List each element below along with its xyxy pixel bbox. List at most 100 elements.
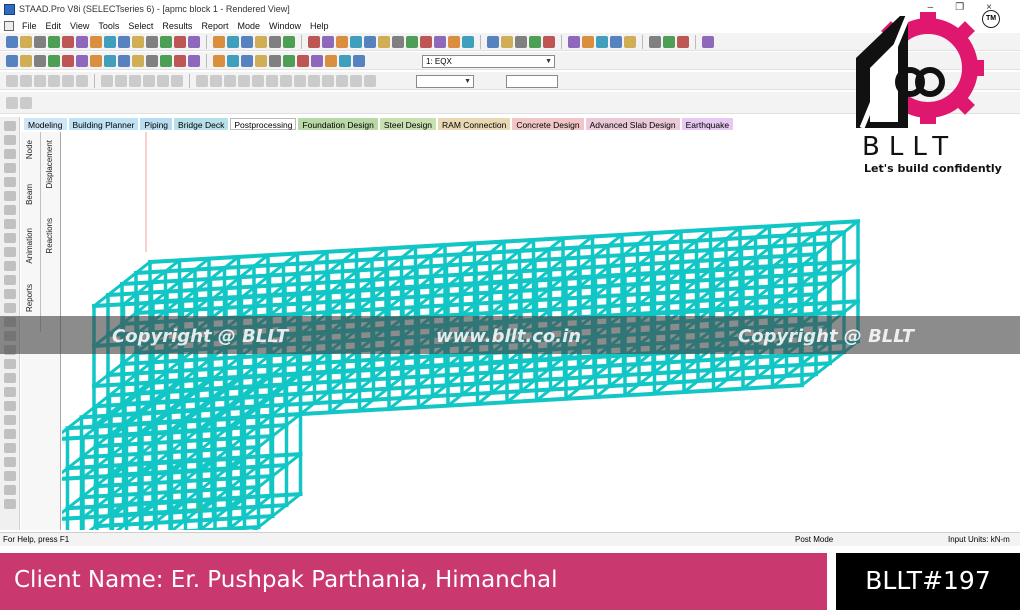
load-case-select[interactable]: 1: EQX ▼ xyxy=(422,55,555,68)
tab-advanced-slab-design[interactable]: Advanced Slab Design xyxy=(585,118,680,130)
toolbar-button[interactable] xyxy=(308,35,320,48)
toolbar-button[interactable] xyxy=(213,54,225,67)
toolbar-button[interactable] xyxy=(336,35,348,48)
toolbar-button[interactable] xyxy=(420,35,432,48)
toolbar-button[interactable] xyxy=(90,54,102,67)
toolbar-button[interactable] xyxy=(48,74,60,87)
toolbar-button[interactable] xyxy=(146,54,158,67)
tab-bridge-deck[interactable]: Bridge Deck xyxy=(174,118,229,130)
view-select[interactable]: ▼ xyxy=(416,75,474,88)
toolbar-button[interactable] xyxy=(255,35,267,48)
toolbar-button[interactable] xyxy=(62,35,74,48)
toolbar-button[interactable] xyxy=(252,74,264,87)
tab-concrete-design[interactable]: Concrete Design xyxy=(512,118,584,130)
toolbar-button[interactable] xyxy=(339,54,351,67)
toolbar-button[interactable] xyxy=(20,35,32,48)
toolbar-button[interactable] xyxy=(311,54,323,67)
side-tab-beam[interactable]: Beam xyxy=(25,184,34,205)
toolbar-button[interactable] xyxy=(129,74,141,87)
toolbar-button[interactable] xyxy=(101,74,113,87)
toolbar-button[interactable] xyxy=(350,74,362,87)
toolbar-button[interactable] xyxy=(48,35,60,48)
toolbar-button[interactable] xyxy=(20,96,32,109)
toolbar-button[interactable] xyxy=(76,35,88,48)
left-tool-icon[interactable] xyxy=(3,261,16,271)
left-tool-icon[interactable] xyxy=(3,233,16,243)
toolbar-button[interactable] xyxy=(283,54,295,67)
toolbar-button[interactable] xyxy=(196,74,208,87)
document-icon[interactable] xyxy=(4,20,14,31)
menu-edit[interactable]: Edit xyxy=(46,21,62,31)
menu-file[interactable]: File xyxy=(22,21,37,31)
toolbar-button[interactable] xyxy=(90,35,102,48)
menu-select[interactable]: Select xyxy=(128,21,153,31)
left-tool-icon[interactable] xyxy=(3,499,16,509)
toolbar-button[interactable] xyxy=(582,35,594,48)
tab-earthquake[interactable]: Earthquake xyxy=(681,118,734,130)
side-tab-animation[interactable]: Animation xyxy=(25,228,34,264)
toolbar-button[interactable] xyxy=(596,35,608,48)
left-tool-icon[interactable] xyxy=(3,219,16,229)
tab-building-planner[interactable]: Building Planner xyxy=(68,118,139,130)
toolbar-button[interactable] xyxy=(157,74,169,87)
toolbar-button[interactable] xyxy=(378,35,390,48)
tab-modeling[interactable]: Modeling xyxy=(24,118,67,130)
left-tool-icon[interactable] xyxy=(3,471,16,481)
toolbar-button[interactable] xyxy=(224,74,236,87)
toolbar-button[interactable] xyxy=(406,35,418,48)
toolbar-button[interactable] xyxy=(280,74,292,87)
left-tool-icon[interactable] xyxy=(3,121,16,131)
toolbar-button[interactable] xyxy=(350,35,362,48)
toolbar-button[interactable] xyxy=(255,54,267,67)
toolbar-button[interactable] xyxy=(104,35,116,48)
toolbar-button[interactable] xyxy=(34,74,46,87)
toolbar-button[interactable] xyxy=(266,74,278,87)
toolbar-button[interactable] xyxy=(20,74,32,87)
toolbar-button[interactable] xyxy=(269,54,281,67)
toolbar-button[interactable] xyxy=(171,74,183,87)
side-tab-node[interactable]: Node xyxy=(25,140,34,159)
toolbar-button[interactable] xyxy=(515,35,527,48)
toolbar-button[interactable] xyxy=(353,54,365,67)
toolbar-button[interactable] xyxy=(364,35,376,48)
toolbar-button[interactable] xyxy=(115,74,127,87)
toolbar-button[interactable] xyxy=(677,35,689,48)
toolbar-button[interactable] xyxy=(6,35,18,48)
toolbar-button[interactable] xyxy=(188,35,200,48)
toolbar-button[interactable] xyxy=(76,54,88,67)
menu-help[interactable]: Help xyxy=(310,21,329,31)
toolbar-button[interactable] xyxy=(238,74,250,87)
toolbar-button[interactable] xyxy=(543,35,555,48)
left-tool-icon[interactable] xyxy=(3,247,16,257)
toolbar-button[interactable] xyxy=(174,54,186,67)
left-tool-icon[interactable] xyxy=(3,191,16,201)
toolbar-button[interactable] xyxy=(48,54,60,67)
menu-report[interactable]: Report xyxy=(201,21,228,31)
tab-foundation-design[interactable]: Foundation Design xyxy=(298,118,378,130)
tab-postprocessing[interactable]: Postprocessing xyxy=(230,118,297,130)
toolbar-button[interactable] xyxy=(448,35,460,48)
toolbar-button[interactable] xyxy=(529,35,541,48)
toolbar-button[interactable] xyxy=(118,35,130,48)
toolbar-button[interactable] xyxy=(174,35,186,48)
toolbar-button[interactable] xyxy=(434,35,446,48)
toolbar-button[interactable] xyxy=(283,35,295,48)
toolbar-button[interactable] xyxy=(213,35,225,48)
toolbar-button[interactable] xyxy=(702,35,714,48)
toolbar-button[interactable] xyxy=(487,35,499,48)
toolbar-button[interactable] xyxy=(132,35,144,48)
toolbar-button[interactable] xyxy=(132,54,144,67)
toolbar-button[interactable] xyxy=(6,54,18,67)
toolbar-button[interactable] xyxy=(297,54,309,67)
toolbar-button[interactable] xyxy=(160,35,172,48)
toolbar-button[interactable] xyxy=(663,35,675,48)
left-tool-icon[interactable] xyxy=(3,387,16,397)
menu-results[interactable]: Results xyxy=(162,21,192,31)
left-tool-icon[interactable] xyxy=(3,135,16,145)
left-tool-icon[interactable] xyxy=(3,149,16,159)
toolbar-button[interactable] xyxy=(294,74,306,87)
menu-mode[interactable]: Mode xyxy=(237,21,260,31)
toolbar-button[interactable] xyxy=(104,54,116,67)
toolbar-button[interactable] xyxy=(6,74,18,87)
left-tool-icon[interactable] xyxy=(3,485,16,495)
